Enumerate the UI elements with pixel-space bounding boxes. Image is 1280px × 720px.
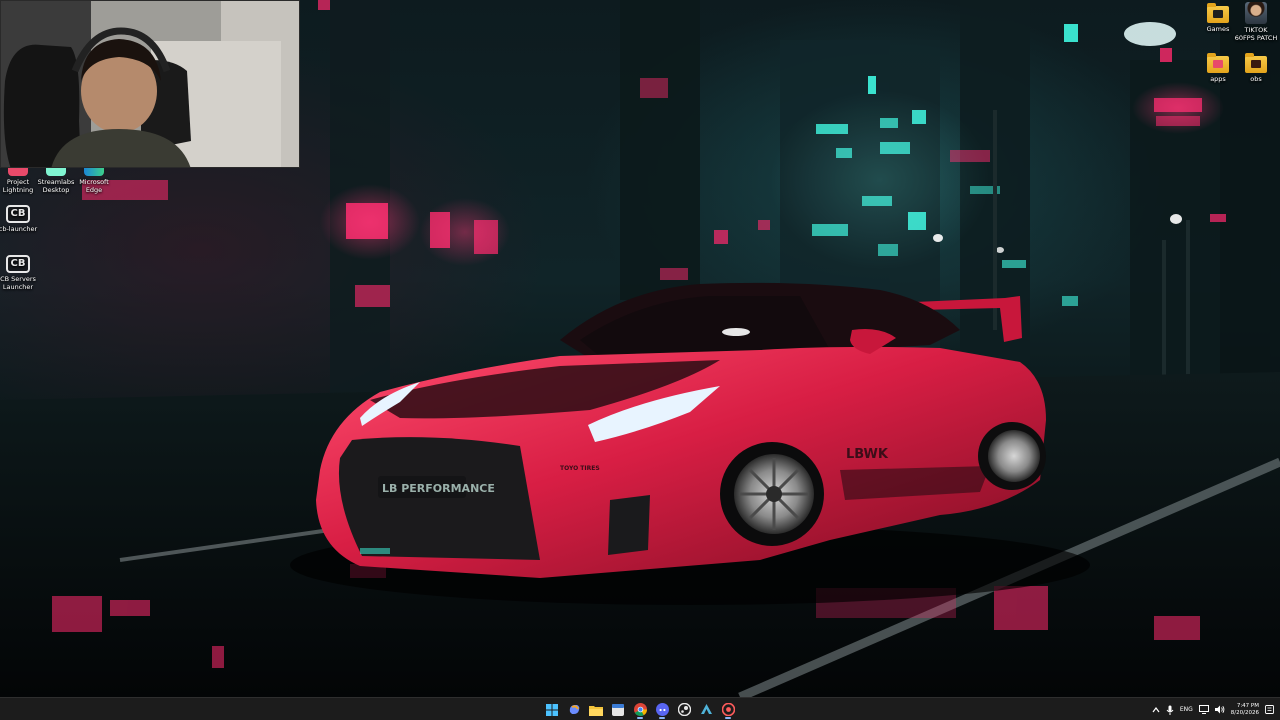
- folder-icon: [1207, 3, 1229, 23]
- desktop-icon-cb-servers-launcher[interactable]: CB CB Servers Launcher: [0, 255, 40, 291]
- desktop-icon-label: Microsoft Edge: [79, 178, 109, 194]
- tiktok-patch-icon: [1245, 2, 1267, 24]
- car-bumper-decal: TOYO TIRES: [560, 465, 600, 472]
- tray-network[interactable]: [1198, 705, 1209, 714]
- cb-launcher-icon: CB: [6, 205, 30, 223]
- taskbar-pinned-apps: [543, 700, 737, 719]
- tray-language[interactable]: ENG: [1180, 706, 1193, 713]
- desktop-icon-microsoft-edge[interactable]: Microsoft Edge: [72, 168, 116, 194]
- app-icon: [700, 704, 712, 714]
- clock-date: 8/20/2026: [1230, 709, 1259, 716]
- microphone-icon: [1166, 705, 1174, 715]
- copilot-icon: [569, 705, 579, 714]
- desktop-icon-label: Streamlabs Desktop: [37, 178, 75, 194]
- desktop-icon-obs[interactable]: obs: [1234, 53, 1278, 84]
- desktop-icon-label: Games: [1206, 25, 1230, 33]
- calendar-app-icon: [612, 703, 624, 716]
- desktop-icon-tiktok-60fps-patch[interactable]: TIKTOK 60FPS PATCH: [1234, 2, 1278, 42]
- clock-time: 7:47 PM: [1236, 702, 1259, 709]
- desktop-icon-label: cb-launcher: [0, 225, 38, 233]
- windows-start-icon: [546, 703, 558, 716]
- cb-servers-launcher-icon: CB: [6, 255, 30, 273]
- volume-icon: [1214, 705, 1225, 714]
- project-lightning-icon: [8, 168, 28, 176]
- car-door-decal: LBWK: [846, 447, 889, 462]
- taskbar-copilot[interactable]: [565, 700, 583, 719]
- taskbar-chrome[interactable]: [631, 700, 649, 719]
- file-explorer-icon: [589, 705, 603, 716]
- desktop-icon-label: CB Servers Launcher: [0, 275, 36, 291]
- tray-microphone[interactable]: [1166, 705, 1174, 715]
- tray-volume[interactable]: [1214, 705, 1225, 714]
- streamlabs-icon: [46, 168, 66, 176]
- desktop-icon-cb-launcher[interactable]: CB cb-launcher: [0, 205, 40, 234]
- taskbar-file-explorer[interactable]: [587, 700, 605, 719]
- folder-icon: [1245, 53, 1267, 73]
- system-tray: ENG 7:47 PM 8/20/2026: [1152, 698, 1280, 720]
- taskbar-discord[interactable]: [653, 700, 671, 719]
- taskbar-clock[interactable]: 7:47 PM 8/20/2026: [1231, 703, 1259, 717]
- desktop-icon-label: apps: [1210, 75, 1226, 83]
- streamlabs-icon: [721, 703, 735, 716]
- folder-icon: [1207, 53, 1229, 73]
- taskbar-streamlabs[interactable]: [719, 700, 737, 719]
- desktop-icon-label: Project Lightning: [2, 178, 34, 194]
- steam-icon: [677, 703, 691, 716]
- chevron-up-icon: [1152, 706, 1160, 712]
- desktop-icon-project-lightning[interactable]: Project Lightning: [0, 168, 36, 194]
- start-button[interactable]: [543, 700, 561, 719]
- webcam-overlay: [0, 0, 300, 168]
- edge-icon: [84, 168, 104, 176]
- taskbar: ENG 7:47 PM 8/20/2026: [0, 697, 1280, 720]
- discord-icon: [655, 703, 669, 716]
- desktop-icon-label: TIKTOK 60FPS PATCH: [1234, 26, 1278, 42]
- webcam-feed: [1, 1, 299, 167]
- tray-notifications[interactable]: [1265, 705, 1274, 714]
- taskbar-app[interactable]: [697, 700, 715, 719]
- network-icon: [1198, 705, 1209, 714]
- notification-icon: [1265, 705, 1274, 714]
- language-indicator: ENG: [1179, 706, 1193, 713]
- desktop-icon-label: obs: [1250, 75, 1262, 83]
- chrome-icon: [633, 703, 647, 716]
- tray-overflow-button[interactable]: [1152, 706, 1160, 713]
- car-plate-text: LB PERFORMANCE: [382, 482, 495, 495]
- taskbar-steam[interactable]: [675, 700, 693, 719]
- taskbar-calendar-app[interactable]: [609, 700, 627, 719]
